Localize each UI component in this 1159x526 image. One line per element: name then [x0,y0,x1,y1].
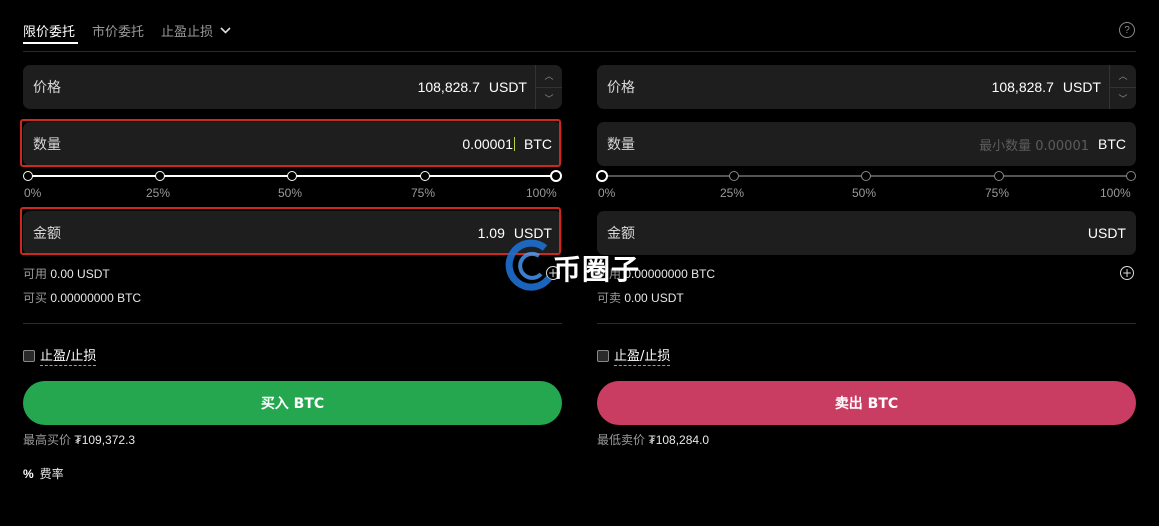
slider-step-25[interactable] [729,171,739,181]
tpsl-checkbox[interactable] [23,349,35,362]
tpsl-checkbox[interactable] [597,349,609,362]
slider-step-100[interactable] [1126,171,1136,181]
buy-amount-label: 金额 [33,226,61,242]
sell-can-sell: 可卖 0.00 USDT [597,289,684,306]
buy-price-stepper: ︿ ﹀ [535,65,562,109]
tpsl-label: 止盈/止损 [40,345,97,366]
sell-quantity-label: 数量 [607,137,635,153]
slider-thumb[interactable] [596,170,608,182]
tick-label: 100% [1100,186,1131,200]
best-bid-label: 最高买价 [23,433,72,447]
buy-price-value[interactable]: 108,828.7 [418,79,480,95]
best-bid-value: ₮109,372.3 [74,433,136,447]
sell-panel: 价格 108,828.7 USDT ︿ ﹀ 数量 最小数量 0.00001 BT… [596,0,1136,526]
tick-label: 50% [278,186,303,200]
buy-tpsl-toggle[interactable]: 止盈/止损 [23,345,97,366]
slider-tick-labels: 0% 25% 50% 75% 100% [597,186,1136,200]
available-label: 可用 [597,267,622,281]
tick-label: 75% [411,186,436,200]
best-ask: 最低卖价 ₮108,284.0 [597,431,709,448]
sell-price-value[interactable]: 108,828.7 [992,79,1054,95]
buy-price-field[interactable]: 价格 108,828.7 USDT ︿ ﹀ [23,65,562,109]
buy-available: 可用 0.00 USDT [23,265,110,282]
available-label: 可用 [23,267,48,281]
can-buy-label: 可买 [23,291,48,305]
slider-step-75[interactable] [420,171,430,181]
best-bid: 最高买价 ₮109,372.3 [23,431,135,448]
buy-quantity-field[interactable]: 数量 0.00001 BTC [23,122,562,166]
sell-price-unit: USDT [1062,79,1101,95]
increment-icon[interactable]: ︿ [1110,65,1136,88]
sell-quantity-placeholder[interactable]: 最小数量 0.00001 [979,135,1089,154]
tick-label: 25% [146,186,171,200]
slider-step-75[interactable] [994,171,1004,181]
tick-label: 100% [526,186,557,200]
add-funds-icon[interactable]: + [546,266,560,280]
slider-thumb[interactable] [550,170,562,182]
available-value: 0.00 USDT [50,267,110,281]
buy-panel: 价格 108,828.7 USDT ︿ ﹀ 数量 0.00001 BTC 0% … [20,0,562,526]
can-sell-label: 可卖 [597,291,622,305]
available-value: 0.00000000 BTC [624,267,716,281]
buy-percent-slider[interactable]: 0% 25% 50% 75% 100% [23,170,562,201]
can-sell-value: 0.00 USDT [624,291,684,305]
slider-step-25[interactable] [155,171,165,181]
buy-quantity-label: 数量 [33,137,61,153]
buy-amount-field[interactable]: 金额 1.09 USDT [23,211,562,255]
section-divider [23,323,562,324]
sell-quantity-unit: BTC [1098,136,1126,152]
slider-tick-labels: 0% 25% 50% 75% 100% [23,186,562,200]
fee-rate-link[interactable]: % 费率 [23,465,64,482]
buy-quantity-text: 0.00001 [462,136,513,152]
tick-label: 50% [852,186,877,200]
sell-price-field[interactable]: 价格 108,828.7 USDT ︿ ﹀ [597,65,1136,109]
decrement-icon[interactable]: ﹀ [1110,88,1136,110]
sell-amount-unit: USDT [1087,225,1126,241]
sell-price-stepper: ︿ ﹀ [1109,65,1136,109]
sell-quantity-field[interactable]: 数量 最小数量 0.00001 BTC [597,122,1136,166]
best-ask-label: 最低卖价 [597,433,646,447]
buy-can-buy: 可买 0.00000000 BTC [23,289,141,306]
best-ask-value: ₮108,284.0 [648,433,710,447]
buy-amount-unit: USDT [513,225,552,241]
sell-tpsl-toggle[interactable]: 止盈/止损 [597,345,671,366]
sell-amount-label: 金额 [607,226,635,242]
percent-icon: % [23,466,34,481]
sell-btc-button[interactable]: 卖出 BTC [597,381,1136,425]
sell-price-label: 价格 [607,80,635,96]
sell-amount-field[interactable]: 金额 USDT [597,211,1136,255]
tick-label: 25% [720,186,745,200]
decrement-icon[interactable]: ﹀ [536,88,562,110]
tick-label: 75% [985,186,1010,200]
slider-step-0[interactable] [23,171,33,181]
section-divider [597,323,1136,324]
tick-label: 0% [598,186,616,200]
buy-btc-button[interactable]: 买入 BTC [23,381,562,425]
increment-icon[interactable]: ︿ [536,65,562,88]
text-cursor [514,137,515,151]
fee-rate-label: 费率 [39,467,64,481]
buy-quantity-unit: BTC [524,136,552,152]
slider-step-50[interactable] [861,171,871,181]
slider-step-50[interactable] [287,171,297,181]
buy-price-unit: USDT [488,79,527,95]
can-buy-value: 0.00000000 BTC [50,291,142,305]
buy-quantity-value[interactable]: 0.00001 [462,136,515,152]
tpsl-label: 止盈/止损 [614,345,671,366]
add-funds-icon[interactable]: + [1120,266,1134,280]
sell-percent-slider[interactable]: 0% 25% 50% 75% 100% [596,170,1136,201]
buy-amount-value[interactable]: 1.09 [478,225,505,241]
sell-available: 可用 0.00000000 BTC [597,265,715,282]
buy-price-label: 价格 [33,80,61,96]
tick-label: 0% [24,186,42,200]
